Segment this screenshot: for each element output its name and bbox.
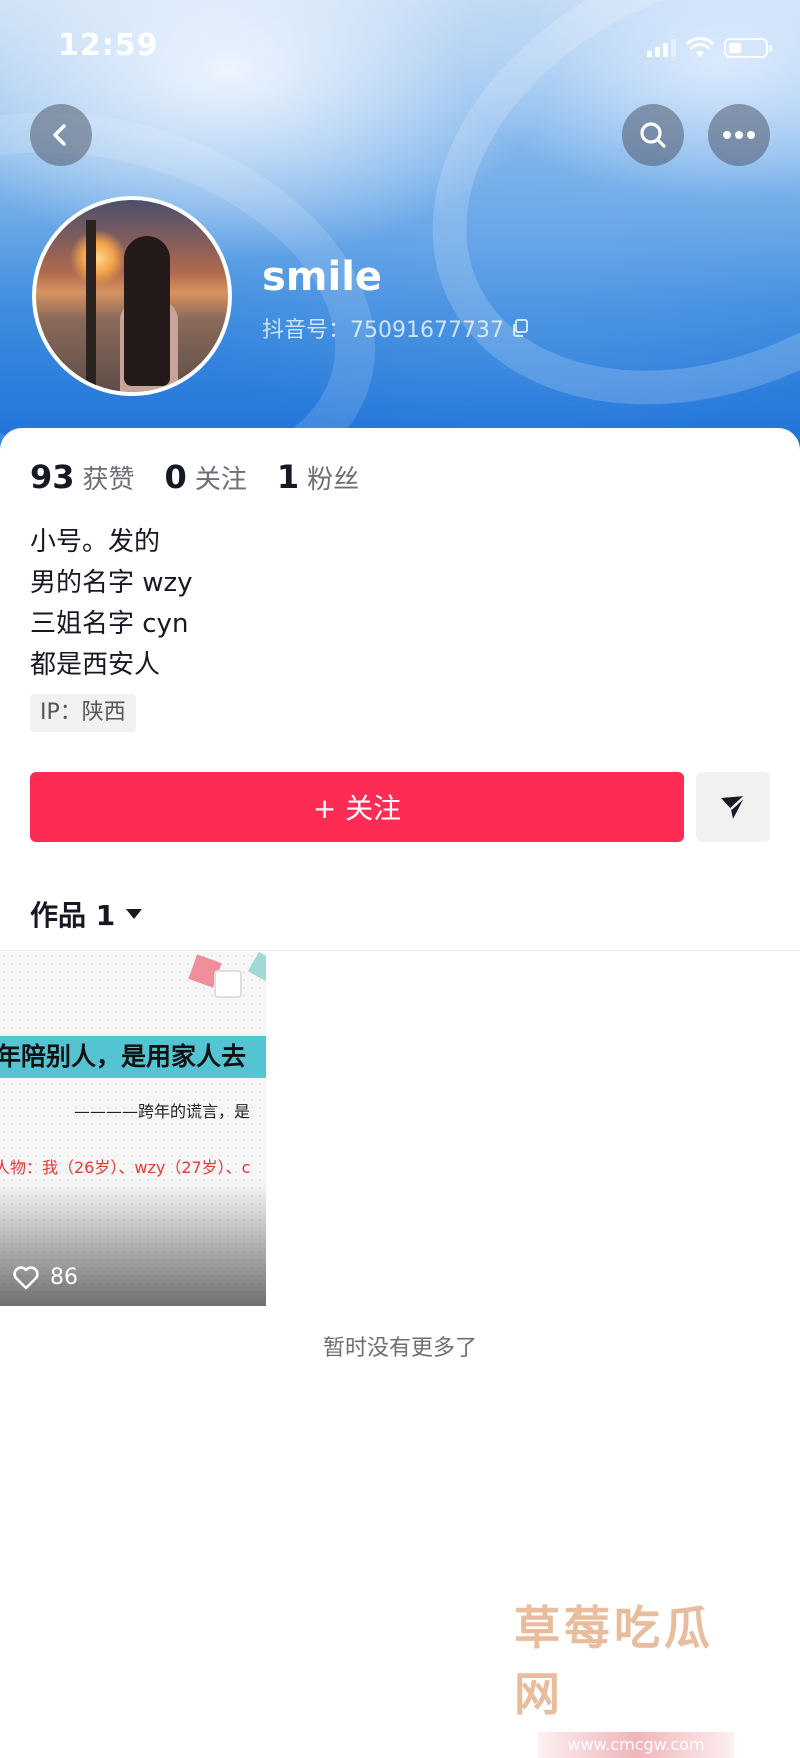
- stat-following[interactable]: 0 关注: [165, 458, 247, 496]
- battery-icon: [724, 38, 772, 58]
- no-more-text: 暂时没有更多了: [322, 1336, 477, 1361]
- header-decoration: [357, 0, 800, 493]
- tab-works-label: 作品 1: [30, 899, 116, 932]
- video-likes-count: 86: [50, 1264, 78, 1290]
- stat-likes[interactable]: 93 获赞: [30, 458, 135, 496]
- back-icon: [53, 124, 66, 146]
- video-caption-banner: 年陪别人，是用家人去: [0, 1036, 266, 1078]
- bio-line: 男的名字 wzy: [30, 568, 193, 598]
- back-button[interactable]: [30, 104, 92, 166]
- profile-stats: 93 获赞 0 关注 1 粉丝: [30, 458, 359, 496]
- search-icon: [640, 122, 666, 148]
- share-button[interactable]: [696, 772, 770, 842]
- wifi-icon: [686, 37, 714, 57]
- stat-value: 93: [30, 458, 75, 496]
- follow-button[interactable]: + 关注: [30, 772, 684, 842]
- bio-line: 小号。发的: [30, 527, 161, 557]
- video-thumbnail[interactable]: 年陪别人，是用家人去 ————跨年的谎言，是 人物：我（26岁）、wzy（27岁…: [0, 952, 266, 1306]
- search-button[interactable]: [622, 104, 684, 166]
- copy-icon[interactable]: [510, 318, 530, 338]
- watermark: 草莓吃瓜网 www.cmcgw.com: [514, 1592, 754, 1758]
- cellular-signal-icon: [647, 39, 676, 57]
- profile-header: 12:59 smile 抖音号：75091677737: [0, 0, 800, 566]
- stat-label: 获赞: [82, 465, 135, 495]
- bio-line: 三姐名字 cyn: [30, 609, 189, 639]
- video-likes: 86: [12, 1264, 78, 1290]
- douyin-id[interactable]: 抖音号：75091677737: [262, 312, 530, 344]
- stat-value: 0: [164, 458, 187, 496]
- bio-line: 都是西安人: [30, 650, 161, 680]
- stat-followers[interactable]: 1 粉丝: [277, 458, 359, 496]
- divider: [0, 950, 800, 951]
- more-icon: [723, 131, 755, 139]
- tab-works[interactable]: 作品 1: [30, 894, 143, 934]
- watermark-url: www.cmcgw.com: [538, 1732, 734, 1758]
- ip-location-tag: IP：陕西: [30, 694, 136, 732]
- username: smile: [262, 254, 383, 300]
- dropdown-icon: [126, 909, 143, 919]
- more-button[interactable]: [708, 104, 770, 166]
- video-caption-cast: 人物：我（26岁）、wzy（27岁）、c: [0, 1158, 251, 1177]
- avatar[interactable]: [32, 196, 232, 396]
- heart-icon: [13, 1266, 39, 1290]
- share-icon: [721, 795, 746, 819]
- bio: 小号。发的 男的名字 wzy 三姐名字 cyn 都是西安人: [30, 522, 193, 686]
- status-icons: [647, 34, 772, 62]
- watermark-title: 草莓吃瓜网: [514, 1601, 714, 1721]
- stat-label: 关注: [194, 465, 247, 495]
- douyin-id-text: 抖音号：75091677737: [262, 318, 504, 343]
- video-caption-quote: ————跨年的谎言，是: [74, 1102, 251, 1121]
- stat-value: 1: [276, 458, 300, 496]
- profile-card: 93 获赞 0 关注 1 粉丝 小号。发的 男的名字 wzy 三姐名字 cyn …: [0, 428, 800, 1731]
- status-time: 12:59: [58, 28, 159, 63]
- stat-label: 粉丝: [307, 465, 360, 495]
